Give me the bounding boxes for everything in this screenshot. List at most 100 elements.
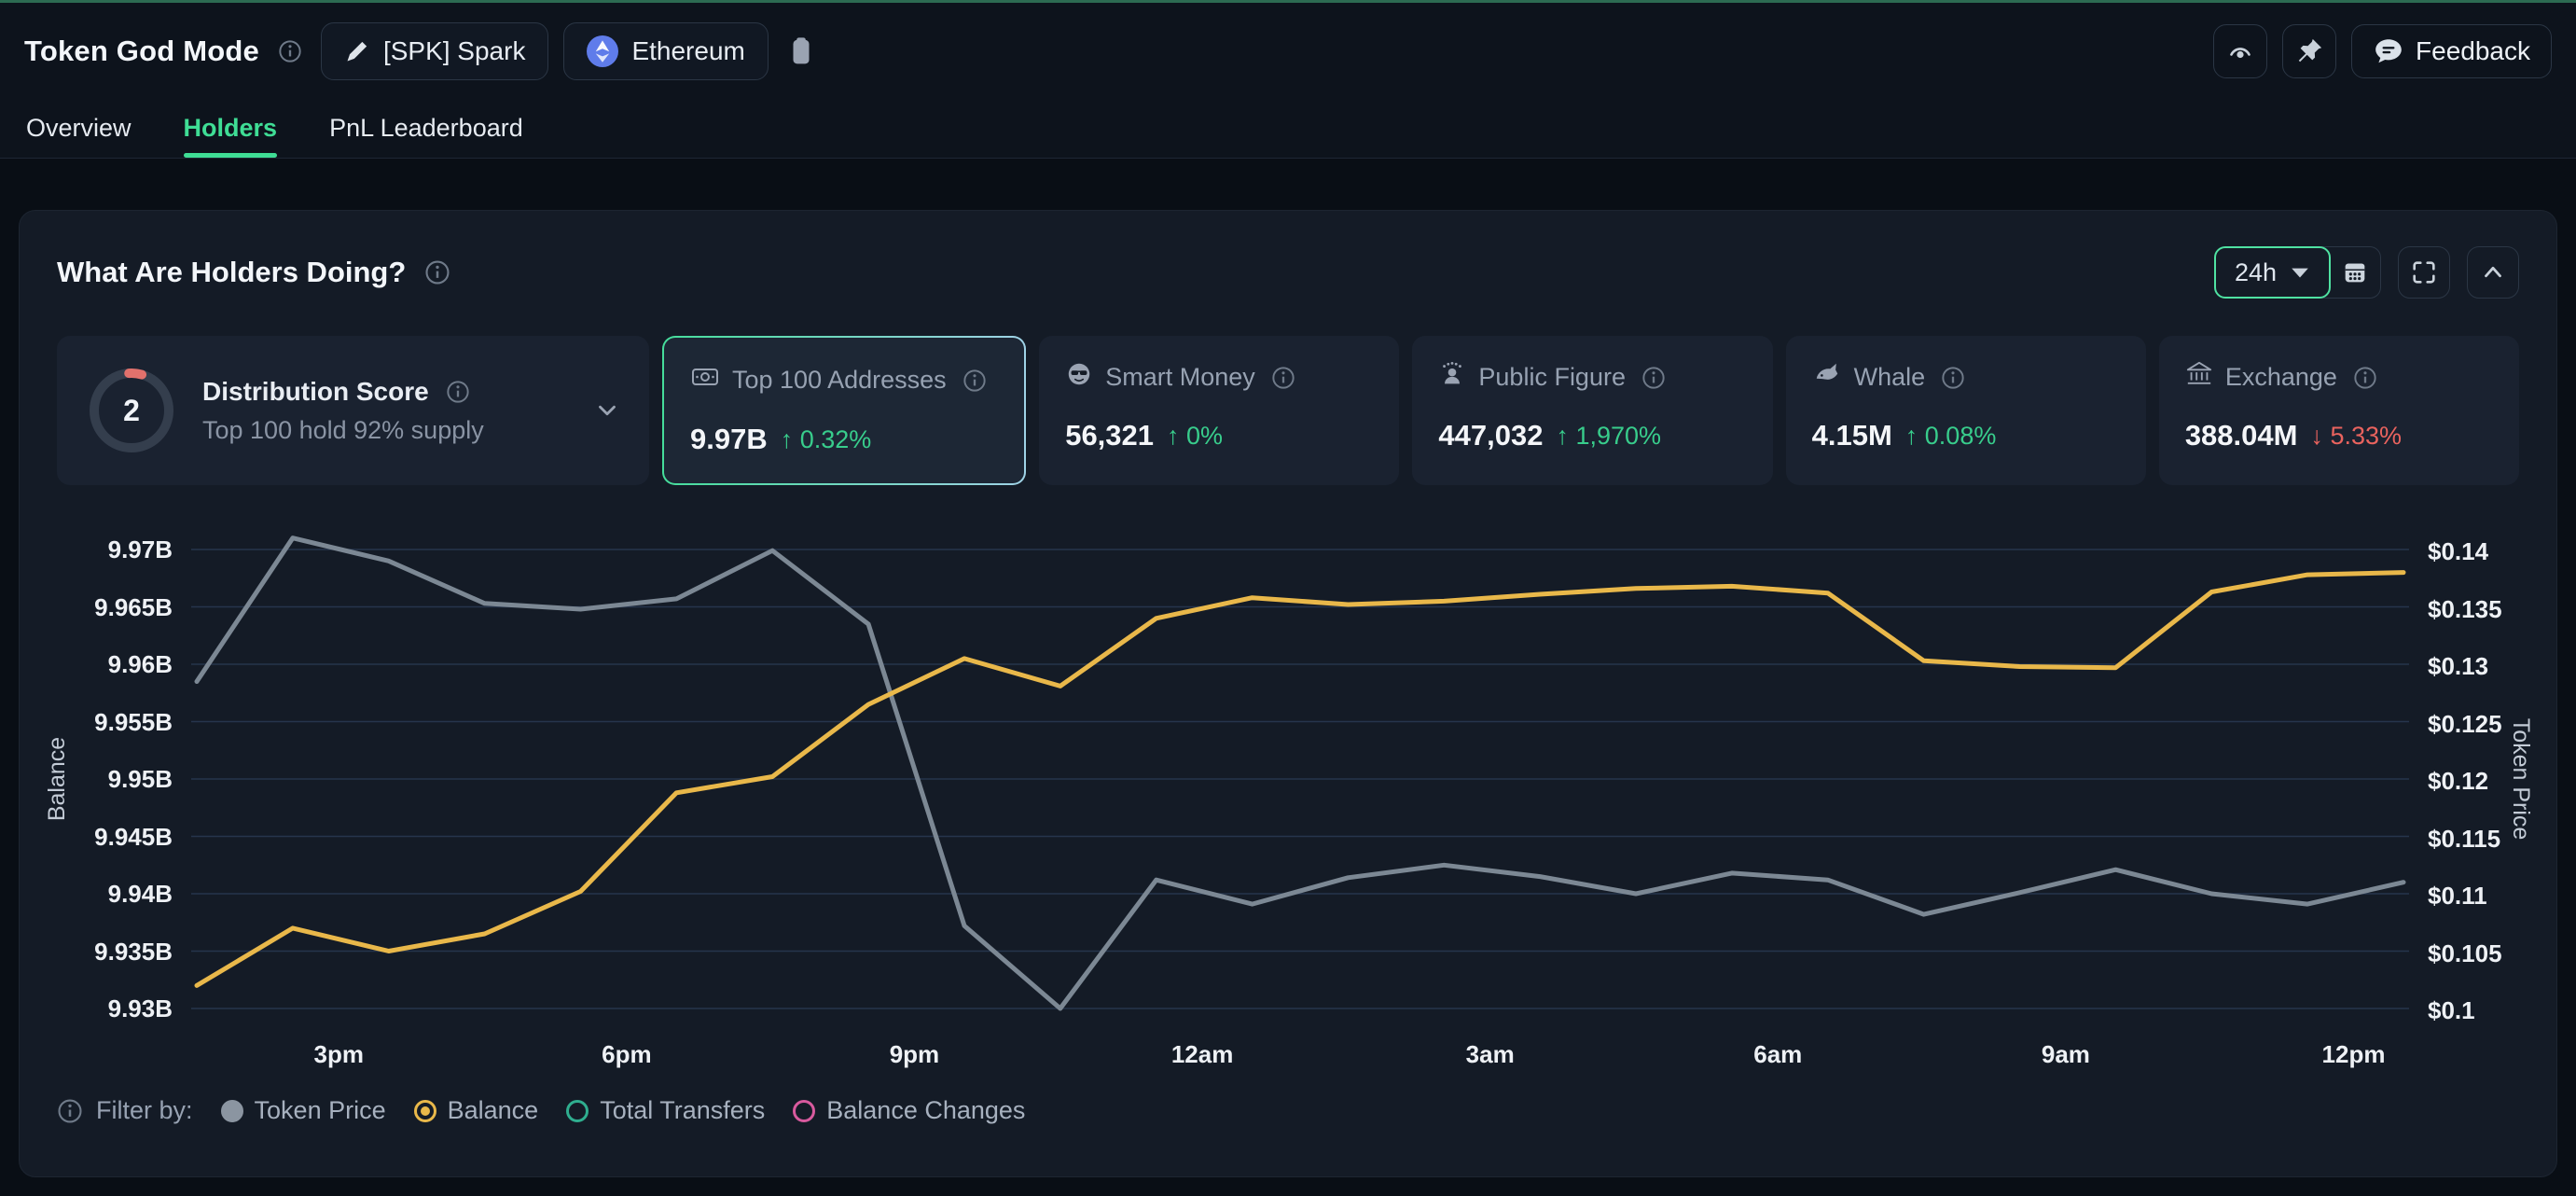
x-axis-tick: 12am <box>1171 1040 1234 1069</box>
legend-item-label: Token Price <box>255 1096 386 1125</box>
timeframe-control: 24h <box>2214 246 2381 299</box>
exchange-icon <box>2185 360 2213 388</box>
stat-card-title: Public Figure <box>1478 363 1626 392</box>
info-icon <box>1271 366 1295 390</box>
app-header: Token God Mode [SPK] Spark Ethereum Feed… <box>0 0 2576 99</box>
stat-card-exchange[interactable]: Exchange 388.04M ↓ 5.33% <box>2159 336 2519 485</box>
banknote-icon <box>690 362 720 392</box>
legend-item-total-transfers[interactable]: Total Transfers <box>566 1096 765 1125</box>
stat-card-value: 388.04M <box>2185 419 2298 452</box>
ethereum-icon <box>587 35 618 67</box>
copy-address-button[interactable] <box>783 35 819 67</box>
stat-card-change: ↑ 0.32% <box>781 425 872 454</box>
smart-money-icon <box>1065 360 1093 395</box>
series-line-token-price <box>197 538 2403 1008</box>
chain-selector-pill[interactable]: Ethereum <box>563 22 768 80</box>
stat-card-value-row: 9.97B ↑ 0.32% <box>690 423 998 456</box>
stat-card-change: ↓ 5.33% <box>2310 422 2402 451</box>
distribution-score-title: Distribution Score <box>202 377 429 407</box>
exchange-icon <box>2185 360 2213 395</box>
x-axis-tick: 3pm <box>314 1040 364 1069</box>
stat-card-info[interactable] <box>1937 366 1969 390</box>
stat-card-change: ↑ 1,970% <box>1556 422 1661 451</box>
chevron-down-icon[interactable] <box>593 396 621 424</box>
stat-card-info[interactable] <box>959 369 990 393</box>
stat-card-info[interactable] <box>1267 366 1299 390</box>
caret-down-icon <box>2290 266 2310 279</box>
legend-swatch-balance <box>414 1100 436 1122</box>
stat-card-title: Top 100 Addresses <box>732 366 947 395</box>
info-icon <box>2353 366 2377 390</box>
page-title-info-icon[interactable] <box>274 39 306 63</box>
stat-card-change: ↑ 0.08% <box>1905 422 1997 451</box>
legend-swatch-dot <box>421 1106 430 1116</box>
stat-card-header: Exchange <box>2185 360 2493 395</box>
x-axis-tick: 6am <box>1753 1040 1802 1069</box>
info-icon <box>1641 366 1666 390</box>
tab-holders[interactable]: Holders <box>184 99 278 158</box>
token-pill-label: [SPK] Spark <box>383 36 526 66</box>
stat-card-header: Whale <box>1812 360 2120 395</box>
tab-overview[interactable]: Overview <box>26 99 132 158</box>
info-icon <box>446 380 470 404</box>
info-icon <box>57 1098 83 1124</box>
legend-item-token-price[interactable]: Token Price <box>221 1096 386 1125</box>
x-axis-tick: 9pm <box>890 1040 939 1069</box>
panel-title-info[interactable] <box>421 259 454 285</box>
stat-card-value-row: 447,032↑ 1,970% <box>1438 419 1746 452</box>
smart-money-icon <box>1065 360 1093 388</box>
x-axis-tick: 12pm <box>2322 1040 2386 1069</box>
x-axis-tick: 6pm <box>602 1040 651 1069</box>
legend-swatch-token-price <box>221 1100 243 1122</box>
stat-card-value-row: 56,321↑ 0% <box>1065 419 1373 452</box>
tabbar: Overview Holders PnL Leaderboard <box>0 99 2576 159</box>
chat-icon <box>2373 35 2404 67</box>
chart-plot <box>57 526 2521 1036</box>
stat-card-value: 4.15M <box>1812 419 1892 452</box>
fullscreen-icon <box>2410 258 2438 286</box>
token-selector-pill[interactable]: [SPK] Spark <box>321 22 549 80</box>
tab-pnl-leaderboard[interactable]: PnL Leaderboard <box>329 99 523 158</box>
stat-card-info[interactable] <box>1638 366 1669 390</box>
legend-item-label: Balance Changes <box>826 1096 1025 1125</box>
distribution-score-value: 2 <box>85 364 178 457</box>
stat-card-info[interactable] <box>2349 366 2381 390</box>
stat-card-smart-money[interactable]: Smart Money 56,321↑ 0% <box>1039 336 1399 485</box>
stat-card-title: Whale <box>1854 363 1926 392</box>
feedback-button[interactable]: Feedback <box>2351 24 2552 78</box>
whale-icon <box>1812 360 1842 388</box>
stat-card-header: Smart Money <box>1065 360 1373 395</box>
stat-card-whale[interactable]: Whale 4.15M ↑ 0.08% <box>1786 336 2146 485</box>
holders-activity-panel: What Are Holders Doing? 24h <box>19 210 2557 1177</box>
x-axis-tick: 3am <box>1466 1040 1515 1069</box>
legend-item-balance[interactable]: Balance <box>414 1096 539 1125</box>
pencil-icon <box>344 38 370 64</box>
stat-card-public-figure[interactable]: Public Figure 447,032↑ 1,970% <box>1412 336 1772 485</box>
pin-button[interactable] <box>2282 24 2336 78</box>
fullscreen-button[interactable] <box>2398 246 2450 299</box>
public-figure-icon <box>1438 360 1466 388</box>
info-icon <box>424 259 450 285</box>
collapse-panel-button[interactable] <box>2467 246 2519 299</box>
chevron-up-icon <box>2479 258 2507 286</box>
holders-chart: Balance Token Price 9.97B$0.149.965B$0.1… <box>57 526 2519 1063</box>
pin-icon <box>2295 37 2323 65</box>
stat-card-top-100-addresses[interactable]: Top 100 Addresses 9.97B ↑ 0.32% <box>662 336 1026 485</box>
legend-label: Filter by: <box>96 1096 193 1125</box>
distribution-info[interactable] <box>442 380 474 404</box>
stat-card-title: Smart Money <box>1105 363 1255 392</box>
x-axis-tick: 9am <box>2042 1040 2090 1069</box>
distribution-gauge: 2 <box>85 364 178 457</box>
legend-item-balance-changes[interactable]: Balance Changes <box>793 1096 1025 1125</box>
distribution-score-card[interactable]: 2 Distribution Score Top 100 hold 92% su… <box>57 336 649 485</box>
panel-title: What Are Holders Doing? <box>57 256 406 289</box>
stat-card-value: 9.97B <box>690 423 768 456</box>
legend-item-label: Balance <box>448 1096 539 1125</box>
legend-item-label: Total Transfers <box>600 1096 765 1125</box>
timeframe-value: 24h <box>2235 258 2277 287</box>
public-figure-icon <box>1438 360 1466 395</box>
info-icon <box>278 39 302 63</box>
watch-button[interactable] <box>2213 24 2267 78</box>
legend-swatch-total-transfers <box>566 1100 589 1122</box>
timeframe-dropdown[interactable]: 24h <box>2214 246 2331 299</box>
